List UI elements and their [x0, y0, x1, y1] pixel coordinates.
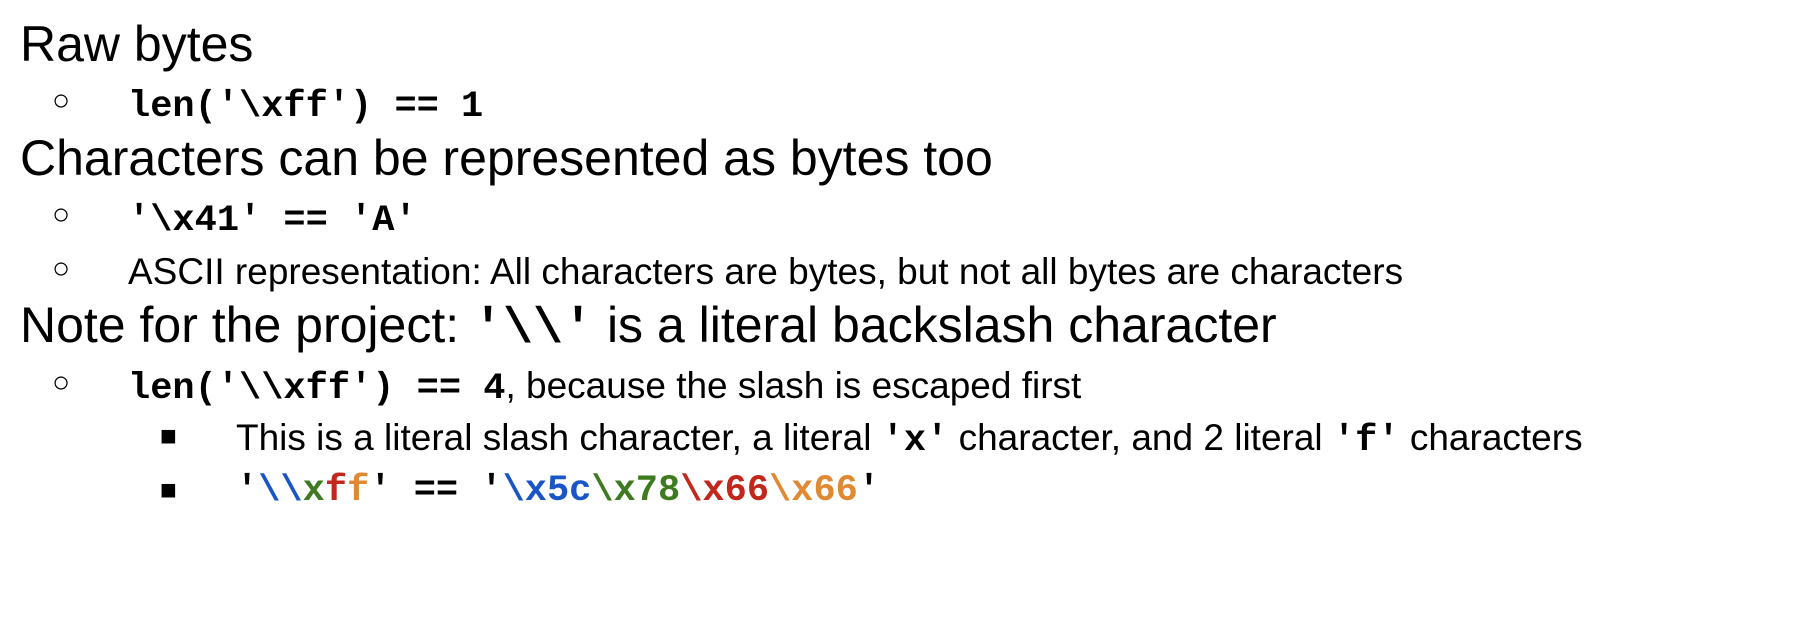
code-x: 'x': [881, 420, 949, 462]
quote: ': [369, 470, 392, 512]
quote: ': [236, 470, 259, 512]
square-bullet-icon: ■: [160, 420, 177, 451]
heading-prefix: Note for the project:: [20, 297, 474, 353]
heading-text: Raw bytes: [20, 16, 254, 72]
hollow-bullet-icon: ○: [52, 366, 71, 399]
char-x: x: [302, 470, 325, 512]
backslashes: \\: [258, 470, 303, 512]
code-snippet: len('\xff') == 1: [128, 86, 484, 128]
item-text-c: characters: [1399, 417, 1583, 458]
hex-66-b: \x66: [769, 470, 858, 512]
quote: ': [480, 470, 503, 512]
equals-operator: ==: [391, 470, 481, 512]
hollow-bullet-icon: ○: [52, 252, 71, 285]
item-text-b: character, and 2 literal: [948, 417, 1333, 458]
hex-5c: \x5c: [502, 470, 592, 512]
char-f-1: f: [324, 470, 348, 512]
code-snippet: '\x41' == 'A': [128, 200, 417, 242]
code-snippet: len('\\xff') == 4: [128, 368, 506, 410]
item-text-a: This is a literal slash character, a lit…: [236, 417, 882, 458]
item-text: , because the slash is escaped first: [505, 365, 1082, 406]
hollow-bullet-icon: ○: [52, 198, 71, 231]
list-item: len('\xff') == 1: [128, 81, 483, 130]
list-item: '\x41' == 'A': [128, 195, 417, 244]
code-f: 'f': [1332, 420, 1400, 462]
heading-suffix: is a literal backslash character: [593, 297, 1277, 353]
hex-78: \x78: [591, 470, 681, 512]
heading-code: '\\': [473, 301, 594, 358]
colored-code-line: '\\xff' == '\x5c\x78\x66\x66': [236, 468, 880, 514]
heading-text: Characters can be represented as bytes t…: [20, 130, 993, 186]
square-bullet-icon: ■: [160, 474, 177, 505]
hex-66-a: \x66: [680, 470, 770, 512]
char-f-2: f: [347, 470, 370, 512]
heading-characters-as-bytes: Characters can be represented as bytes t…: [20, 128, 993, 188]
list-item: ASCII representation: All characters are…: [128, 249, 1403, 295]
slide: Raw bytes ○ len('\xff') == 1 Characters …: [0, 0, 1794, 630]
quote: ': [857, 470, 881, 512]
list-item: len('\\xff') == 4, because the slash is …: [128, 363, 1081, 412]
hollow-bullet-icon: ○: [52, 84, 71, 117]
list-item: This is a literal slash character, a lit…: [236, 415, 1583, 464]
item-text: ASCII representation: All characters are…: [128, 251, 1404, 292]
heading-raw-bytes: Raw bytes: [20, 14, 253, 74]
heading-note-for-project: Note for the project: '\\' is a literal …: [20, 295, 1277, 360]
